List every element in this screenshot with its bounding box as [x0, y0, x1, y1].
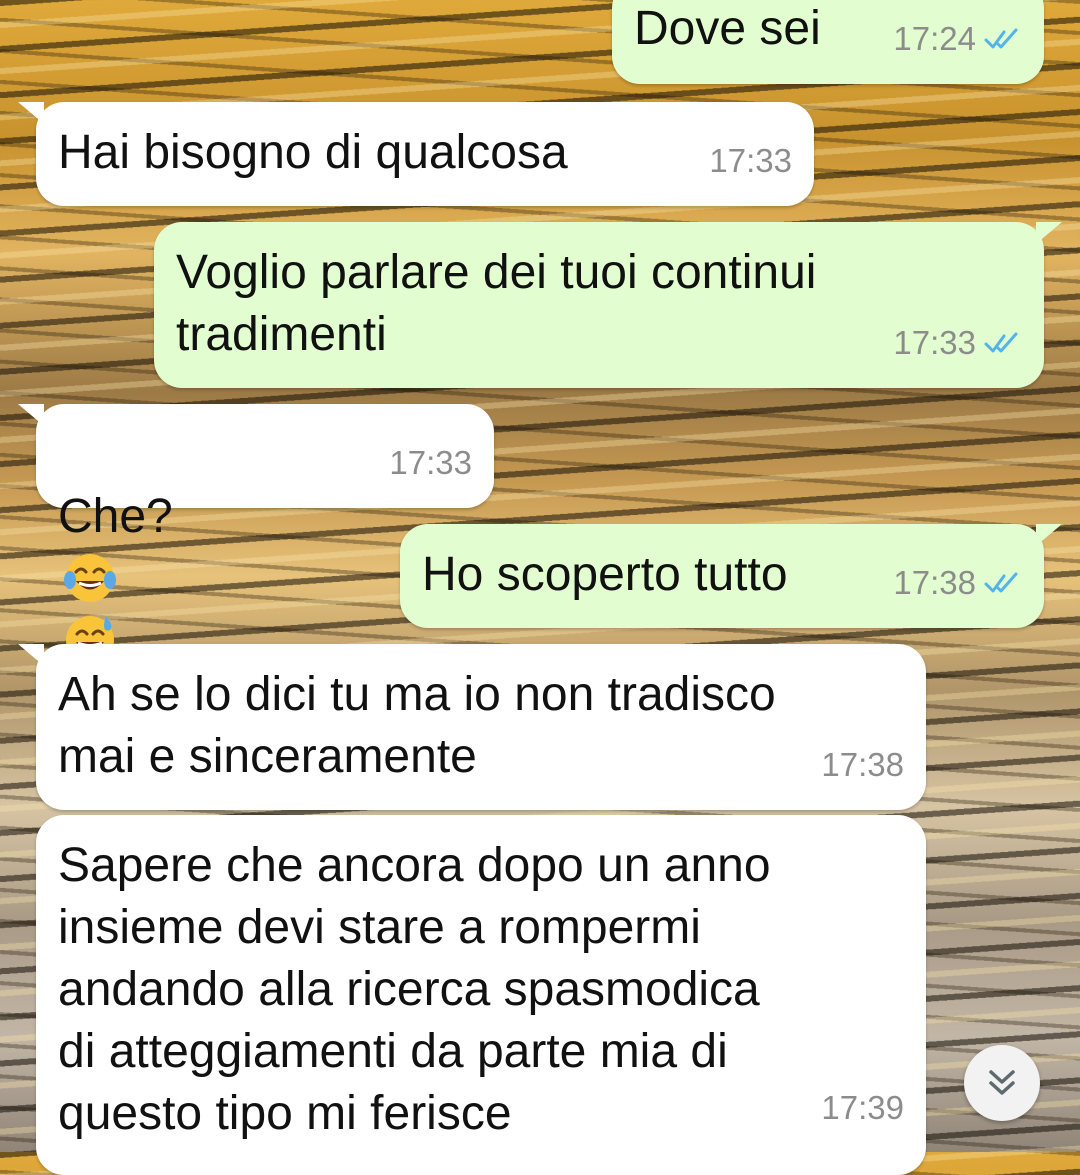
message-time: 17:38: [821, 746, 904, 783]
message-text: Voglio parlare dei tuoi continui tradime…: [176, 246, 817, 361]
message-bubble-incoming[interactable]: Hai bisogno di qualcosa 17:33: [18, 102, 814, 206]
message-time: 17:33: [709, 142, 792, 179]
double-check-read-icon: [984, 572, 1018, 593]
message-time: 17:33: [389, 444, 472, 481]
message-meta: 17:39: [821, 1077, 904, 1139]
message-meta: 17:38: [893, 552, 1022, 614]
message-bubble-outgoing[interactable]: Voglio parlare dei tuoi continui tradime…: [154, 222, 1062, 388]
message-time: 17:33: [893, 324, 976, 361]
message-time: 17:39: [821, 1089, 904, 1126]
message-text: Ah se lo dici tu ma io non tradisco mai …: [58, 668, 776, 783]
message-time: 17:38: [893, 564, 976, 601]
double-check-read-icon: [984, 332, 1018, 353]
message-bubble-incoming[interactable]: Che? 17:33: [18, 404, 494, 664]
message-text: Che?: [58, 490, 173, 543]
message-bubble-outgoing[interactable]: Ho scoperto tutto 17:38: [400, 524, 1062, 628]
message-meta: 17:33: [709, 130, 792, 192]
message-text-row: Che?: [58, 424, 173, 672]
message-meta: 17:24: [893, 8, 1022, 70]
message-meta: 17:33: [389, 432, 472, 494]
chat-area: Dove sei 17:24 Hai bisogno di qualcosa 1…: [0, 0, 1080, 1175]
double-chevron-down-icon: [989, 1070, 1015, 1095]
message-text: Dove sei: [634, 2, 821, 55]
message-meta: 17:33: [893, 312, 1022, 374]
message-bubble-outgoing[interactable]: Dove sei 17:24: [612, 0, 1044, 84]
face-with-tears-of-joy-icon: [64, 554, 116, 602]
scroll-to-bottom-button[interactable]: [964, 1045, 1040, 1121]
message-text: Ho scoperto tutto: [422, 548, 788, 601]
message-text: Hai bisogno di qualcosa: [58, 126, 568, 179]
message-bubble-incoming[interactable]: Sapere che ancora dopo un anno insieme d…: [36, 815, 926, 1175]
double-check-read-icon: [984, 28, 1018, 49]
message-time: 17:24: [893, 20, 976, 57]
message-meta: 17:38: [821, 734, 904, 796]
message-text: Sapere che ancora dopo un anno insieme d…: [58, 839, 771, 1140]
message-bubble-incoming[interactable]: Ah se lo dici tu ma io non tradisco mai …: [18, 644, 926, 810]
